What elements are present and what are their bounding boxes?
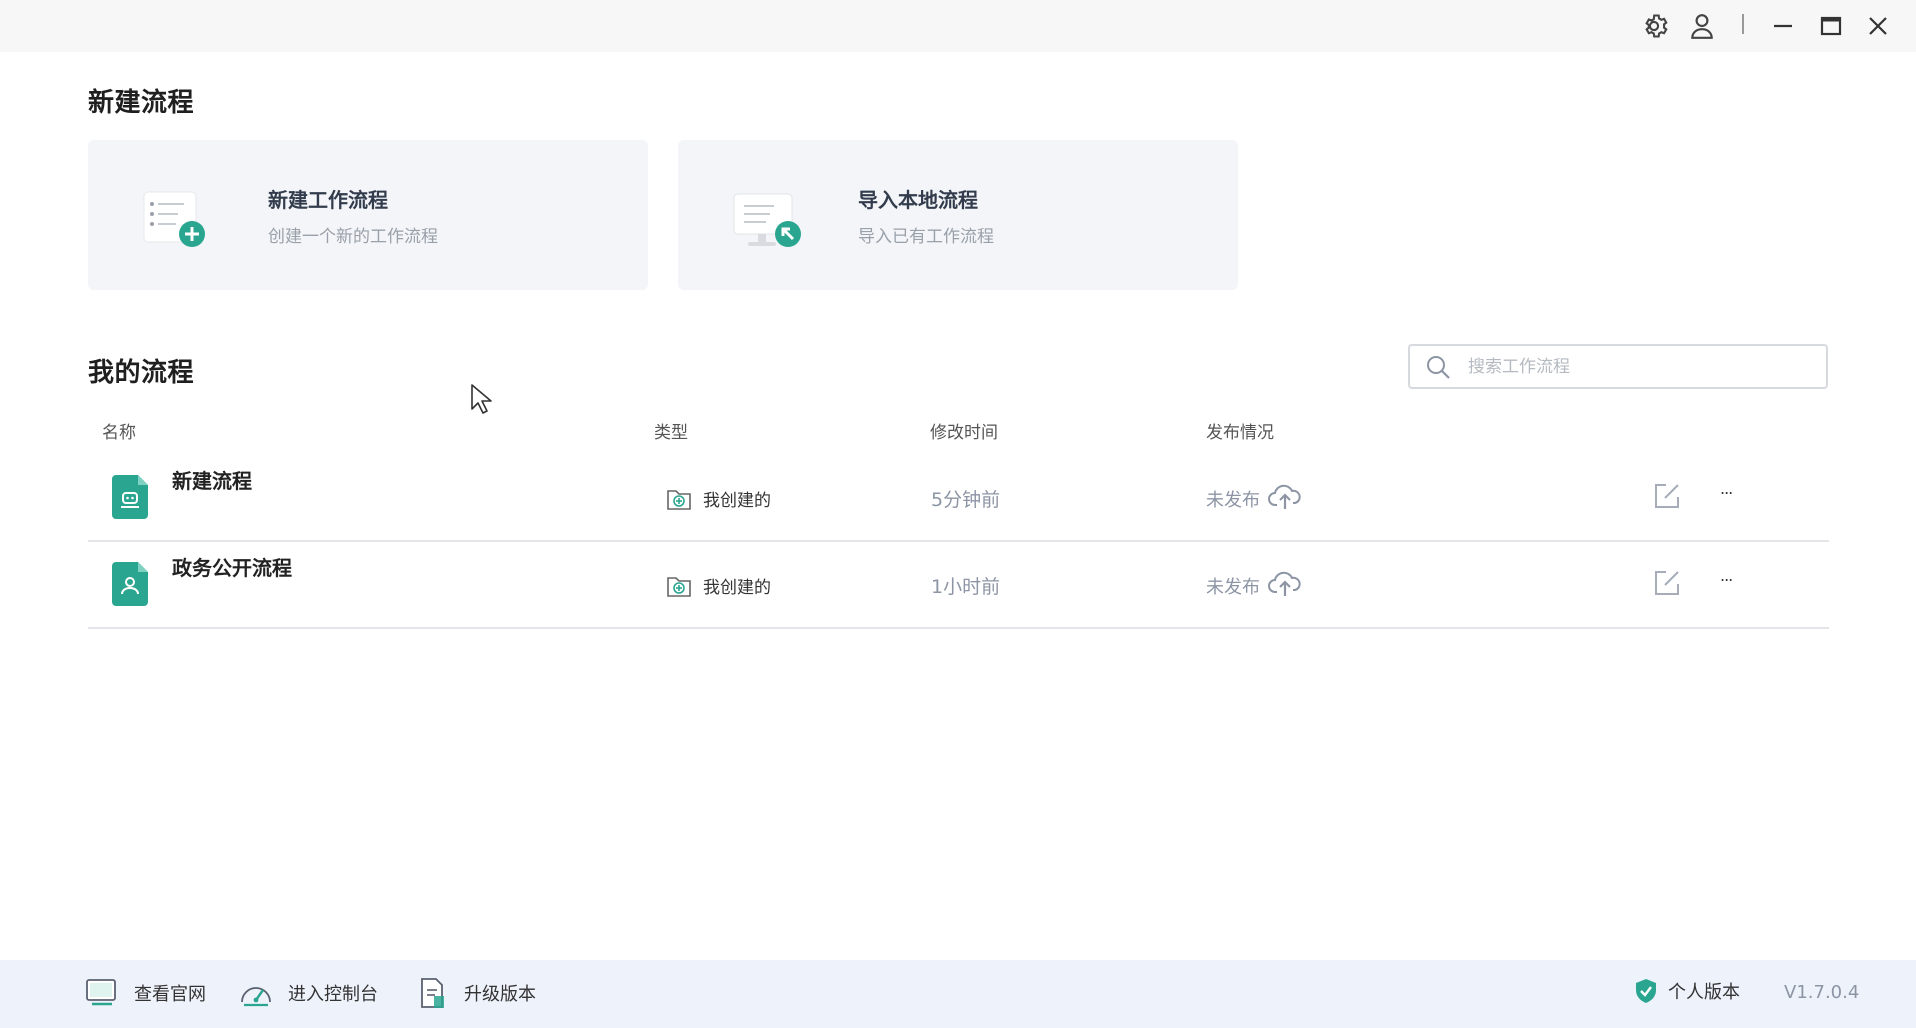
cloud-upload-icon[interactable] [1268,568,1302,598]
import-workflow-icon [730,190,802,252]
workflow-type: 我创建的 [703,491,771,511]
workflow-publish-status: 未发布 [1206,577,1260,598]
workflow-file-icon [112,562,148,606]
new-workflow-card-title: 新建工作流程 [268,188,388,212]
more-options-button[interactable]: ... [1720,566,1733,585]
version-label: V1.7.0.4 [1784,982,1860,1003]
upgrade-icon [414,976,450,1010]
edit-icon[interactable] [1652,568,1682,598]
console-link[interactable]: 进入控制台 [238,976,378,1010]
new-workflow-icon [140,190,212,252]
close-icon[interactable] [1860,8,1896,44]
titlebar-divider [1742,14,1744,34]
column-header-type: 类型 [654,423,688,443]
workflow-name[interactable]: 新建流程 [172,465,252,494]
table-row[interactable]: 政务公开流程 我创建的 1小时前 未发布 ... [88,542,1829,629]
column-header-modified: 修改时间 [930,423,998,443]
edit-icon[interactable] [1652,481,1682,511]
monitor-icon [84,976,120,1010]
user-icon[interactable] [1684,8,1720,44]
new-workflow-card-subtitle: 创建一个新的工作流程 [268,227,438,247]
import-workflow-card-subtitle: 导入已有工作流程 [858,227,994,247]
workflow-modified-time: 1小时前 [931,576,1001,598]
gear-icon[interactable] [1636,8,1672,44]
search-input[interactable] [1466,355,1806,378]
folder-add-icon [666,485,692,511]
dashboard-icon [238,976,274,1010]
shield-check-icon [1636,979,1656,1003]
visit-website-link[interactable]: 查看官网 [84,976,206,1010]
workflow-modified-time: 5分钟前 [931,489,1001,511]
new-section-title: 新建流程 [88,88,195,118]
footer-bar: 查看官网 进入控制台 升级版本 个人版本 V1.7.0.4 [0,960,1916,1028]
search-box [1408,344,1828,389]
visit-website-label: 查看官网 [134,984,206,1005]
search-icon [1410,346,1466,387]
mouse-cursor-icon [470,383,494,415]
minimize-icon[interactable] [1765,8,1801,44]
new-workflow-card[interactable]: 新建工作流程 创建一个新的工作流程 [88,140,648,290]
title-bar [0,0,1916,52]
cloud-upload-icon[interactable] [1268,481,1302,511]
column-header-name: 名称 [102,423,136,443]
edition-indicator: 个人版本 [1634,978,1740,1004]
workflow-publish-status: 未发布 [1206,490,1260,511]
import-workflow-card-title: 导入本地流程 [858,188,978,212]
table-row[interactable]: 新建流程 我创建的 5分钟前 未发布 ... [88,455,1829,542]
upgrade-label: 升级版本 [464,984,536,1005]
import-workflow-card[interactable]: 导入本地流程 导入已有工作流程 [678,140,1238,290]
folder-add-icon [666,572,692,598]
workflow-type: 我创建的 [703,578,771,598]
workflow-name[interactable]: 政务公开流程 [172,552,292,581]
my-section-title: 我的流程 [88,358,195,388]
column-header-status: 发布情况 [1206,423,1274,443]
workflow-file-icon [112,475,148,519]
maximize-icon[interactable] [1813,8,1849,44]
edition-label: 个人版本 [1668,982,1740,1003]
more-options-button[interactable]: ... [1720,479,1733,498]
console-label: 进入控制台 [288,984,378,1005]
upgrade-link[interactable]: 升级版本 [414,976,536,1010]
